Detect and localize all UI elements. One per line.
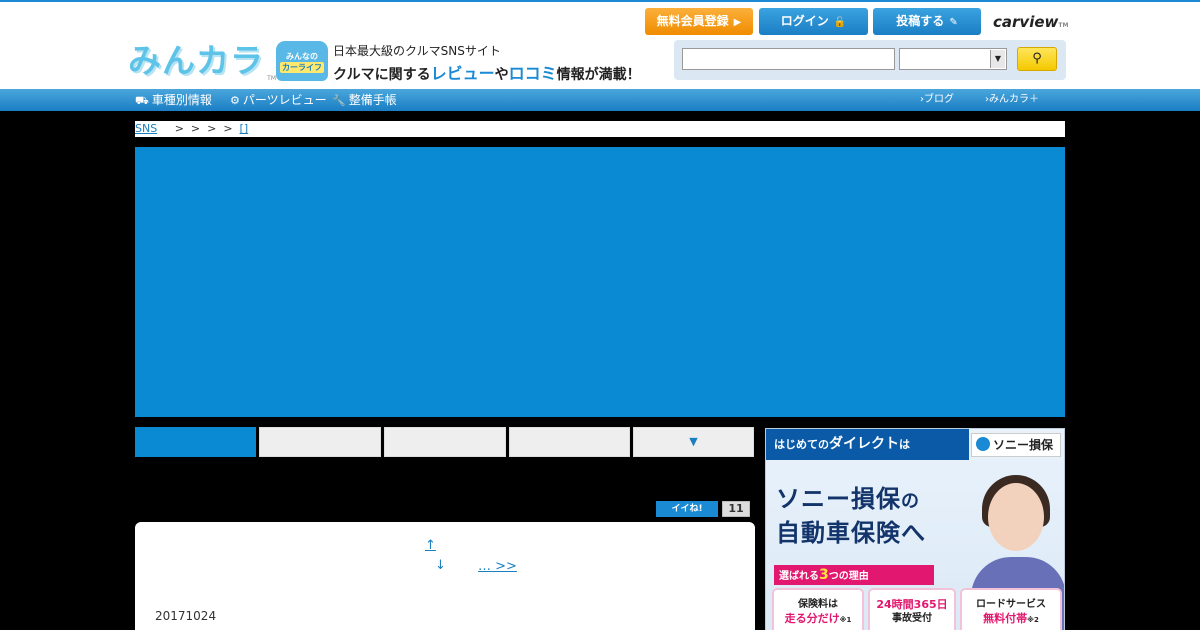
profile-banner: [135, 147, 1065, 417]
tab-3[interactable]: [384, 427, 506, 457]
nav-item-blog[interactable]: ›ブログ: [920, 89, 954, 111]
pen-icon: ✎: [949, 17, 958, 28]
nav-item-car-info[interactable]: ⛟ 車種別情報: [135, 89, 212, 111]
ad-reason-box: 24時間365日 事故受付: [868, 588, 956, 630]
carview-trademark: TM: [1058, 22, 1069, 29]
nav-item-minkara-plus[interactable]: ›みんカラ＋: [985, 89, 1039, 111]
nav-label: みんカラ＋: [989, 94, 1039, 105]
ad-reason-text: ロードサービス: [976, 599, 1046, 610]
tagline-sub: 日本最大級のクルマSNSサイト: [333, 44, 501, 58]
minkara-logo[interactable]: みんカラ TM: [128, 40, 276, 82]
search-category-select[interactable]: ▼: [899, 48, 1007, 70]
breadcrumb: SNS > > > > []: [135, 121, 1065, 137]
search-button[interactable]: ⚲: [1017, 47, 1057, 71]
tagline-part: クルマに関する: [333, 67, 431, 83]
search-input[interactable]: [682, 48, 895, 70]
gear-icon: ⚙: [230, 94, 240, 107]
ad-reasons-ribbon: 選ばれる3つの理由: [774, 565, 934, 585]
like-button[interactable]: イイね!: [656, 501, 718, 517]
tab-1[interactable]: [135, 427, 256, 457]
nav-item-maintenance[interactable]: 🔧 整備手帳: [332, 89, 397, 111]
carlife-car-icon: みんなの カーライフ: [276, 41, 328, 81]
ad-headline: ソニー損保の: [776, 479, 920, 514]
search-icon: ⚲: [1032, 51, 1042, 66]
tagline-part: や: [494, 67, 509, 83]
post-button[interactable]: 投稿する ✎: [873, 8, 981, 35]
like-label: イイね!: [671, 504, 703, 514]
ad-reason-highlight: 無料付帯: [983, 612, 1028, 625]
ad-top-strip: はじめてのダイレクトは: [766, 429, 969, 460]
ad-reason-highlight: 24時間365日: [876, 598, 948, 611]
ad-reasons-text: つの理由: [828, 571, 869, 582]
sony-logo-icon: [976, 437, 990, 451]
carlife-line2: カーライフ: [280, 62, 324, 73]
dropdown-arrow-icon: ▼: [990, 50, 1005, 68]
register-label: 無料会員登録: [656, 14, 729, 28]
site-header: みんカラ TM みんなの カーライフ 日本最大級のクルマSNSサイト クルマに関…: [0, 0, 1200, 90]
nav-label: パーツレビュー: [242, 93, 327, 107]
lock-icon: 🔓: [833, 17, 847, 28]
play-arrow-icon: ▶: [733, 17, 742, 28]
nav-label: 整備手帳: [348, 93, 397, 107]
next-post-arrow[interactable]: ↓: [435, 558, 446, 573]
login-label: ログイン: [780, 14, 829, 28]
car-icon: ⛟: [135, 94, 149, 107]
tab-more-label: ▼: [689, 435, 698, 448]
like-count: 11: [722, 501, 750, 517]
logo-text: みんカラ: [128, 41, 264, 80]
tab-4[interactable]: [509, 427, 630, 457]
nav-label: ブログ: [924, 94, 954, 105]
ad-top-text: はじめての: [774, 438, 829, 451]
carview-text: carview: [993, 13, 1059, 31]
wrench-icon: 🔧: [332, 94, 346, 107]
breadcrumb-current-link[interactable]: []: [240, 122, 249, 135]
blog-content: ↑ ↓ … >> 20171024: [135, 522, 755, 630]
tab-2[interactable]: [259, 427, 381, 457]
ad-headline: 自動車保険へ: [776, 519, 926, 547]
ad-banner[interactable]: はじめてのダイレクトは ソニー損保 ソニー損保の 自動車保険へ 選ばれる3つの理…: [765, 428, 1065, 630]
next-post-link[interactable]: … >>: [478, 559, 517, 574]
tab-more[interactable]: ▼: [633, 427, 754, 457]
ad-reason-note: ※2: [1027, 616, 1039, 624]
prev-post-link[interactable]: ↑: [425, 538, 436, 553]
search-area: ▼ ⚲: [674, 40, 1066, 80]
breadcrumb-root-link[interactable]: SNS: [135, 122, 157, 135]
ad-reason-box: ロードサービス 無料付帯※2: [960, 588, 1062, 630]
ad-reason-text: 保険料は: [798, 599, 838, 610]
ad-brand-text: ソニー損保: [993, 438, 1054, 452]
global-nav: ⛟ 車種別情報 ⚙ パーツレビュー 🔧 整備手帳 ›ブログ ›みんカラ＋: [0, 89, 1200, 111]
tagline-highlight-review: レビュー: [430, 64, 495, 83]
carlife-line1: みんなの: [286, 52, 318, 61]
post-label: 投稿する: [896, 14, 945, 28]
ad-reason-text: 事故受付: [892, 613, 932, 624]
ad-brand-logo: ソニー損保: [971, 433, 1061, 457]
breadcrumb-separators: > > > >: [174, 122, 233, 135]
ad-reasons-text: 選ばれる: [779, 571, 819, 582]
tagline-part: 情報が満載！: [556, 67, 641, 83]
ad-reason-note: ※1: [839, 616, 852, 624]
nav-label: 車種別情報: [151, 93, 212, 107]
ad-headline-text: ソニー損保: [776, 485, 901, 513]
nav-item-parts-review[interactable]: ⚙ パーツレビュー: [230, 89, 327, 111]
ad-model-face: [988, 483, 1044, 551]
ad-top-text: ダイレクト: [829, 436, 899, 452]
tagline-highlight-kuchikomi: ロコミ: [508, 64, 557, 83]
ad-reason-highlight: 走る分だけ: [784, 612, 840, 625]
tagline-main: クルマに関するレビューやロコミ情報が満載！: [333, 60, 641, 84]
ad-headline-text: の: [901, 491, 920, 512]
login-button[interactable]: ログイン 🔓: [759, 8, 868, 35]
ad-reasons-number: 3: [819, 567, 829, 583]
carview-logo[interactable]: carviewTM: [993, 13, 1068, 31]
ad-top-text: は: [899, 438, 910, 451]
logo-trademark: TM: [267, 75, 276, 82]
register-button[interactable]: 無料会員登録 ▶: [645, 8, 753, 35]
ad-reason-box: 保険料は 走る分だけ※1: [772, 588, 864, 630]
post-date: 20171024: [155, 609, 217, 623]
